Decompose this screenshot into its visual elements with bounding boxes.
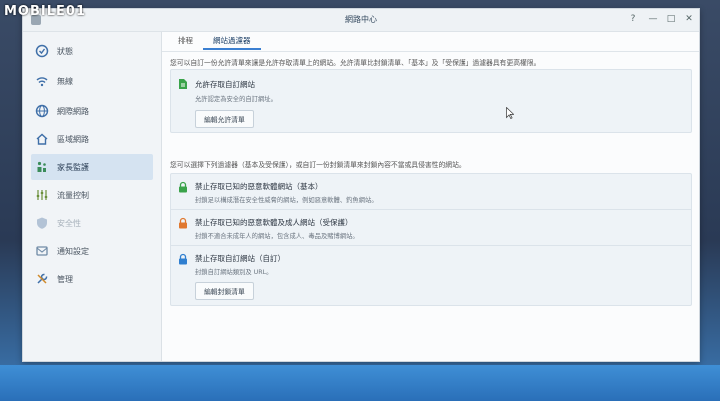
tab-divider	[162, 51, 699, 52]
sidebar-item-label: 狀態	[57, 46, 73, 56]
sidebar-item-wireless[interactable]: 無線	[31, 68, 153, 94]
title-bar: 網路中心 ? — □ ✕	[23, 9, 699, 32]
sidebar: 狀態 無線 網際網路 區域網路 家長監護 流量控制 安全性 通知設定 管理	[23, 32, 162, 361]
maximize-button[interactable]: □	[665, 13, 677, 25]
sidebar-item-label: 家長監護	[57, 162, 89, 172]
edit-block-list-button[interactable]: 編輯封鎖清單	[195, 282, 254, 300]
sliders-icon	[35, 188, 49, 202]
lock-icon	[179, 181, 187, 193]
home-icon	[35, 132, 49, 146]
tab-schedule[interactable]: 排程	[168, 32, 203, 50]
sidebar-item-label: 通知設定	[57, 246, 89, 256]
tools-icon	[35, 272, 49, 286]
allow-description: 您可以自訂一份允許清單來讓是允許存取清單上的網站。允許清單比封鎖清單、「基本」及…	[170, 59, 541, 67]
status-icon	[35, 44, 49, 58]
block-entry-subtitle: 封鎖不適合未成年人的網站，包含成人、毒品及賭博網站。	[195, 233, 359, 240]
watermark: MOBILE01	[4, 4, 86, 19]
document-icon	[179, 79, 187, 89]
sidebar-item-label: 無線	[57, 76, 73, 86]
block-entry-subtitle: 封鎖自訂網站類別及 URL。	[195, 269, 273, 276]
window-title: 網路中心	[345, 15, 377, 24]
block-entry-title: 禁止存取自訂網站（自訂）	[195, 254, 285, 263]
sidebar-item-label: 區域網路	[57, 134, 89, 144]
divider	[171, 245, 691, 246]
lock-icon	[179, 217, 187, 229]
network-center-window: 網路中心 ? — □ ✕ 狀態 無線 網際網路 區域網路 家長監護 流量控制 安…	[22, 8, 700, 362]
sidebar-item-label: 管理	[57, 274, 73, 284]
main-content: 排程 網站過濾器 您可以自訂一份允許清單來讓是允許存取清單上的網站。允許清單比封…	[162, 32, 699, 361]
block-description: 您可以選擇下列過濾器（基本及受保護），或自訂一份封鎖清單來封鎖內容不當或具侵害性…	[170, 161, 466, 169]
sidebar-item-status[interactable]: 狀態	[31, 38, 153, 64]
sidebar-item-parental-control[interactable]: 家長監護	[31, 154, 153, 180]
mouse-cursor-icon	[506, 107, 514, 119]
sidebar-item-lan[interactable]: 區域網路	[31, 126, 153, 152]
sidebar-item-internet[interactable]: 網際網路	[31, 98, 153, 124]
sidebar-item-label: 網際網路	[57, 106, 89, 116]
block-entry-subtitle: 封鎖足以構成潛在安全性威脅的網站，例如惡意軟體、釣魚網站。	[195, 197, 378, 204]
block-card: 禁止存取已知的惡意軟體網站（基本） 封鎖足以構成潛在安全性威脅的網站，例如惡意軟…	[170, 173, 692, 306]
sidebar-item-security[interactable]: 安全性	[31, 210, 153, 236]
wifi-icon	[35, 74, 49, 88]
sidebar-item-notification[interactable]: 通知設定	[31, 238, 153, 264]
allow-subtitle: 允許認定為安全的自訂網址。	[195, 96, 277, 103]
help-button[interactable]: ?	[627, 13, 639, 25]
allow-card: 允許存取自訂網站 允許認定為安全的自訂網址。 編輯允許清單	[170, 69, 692, 133]
sidebar-item-label: 安全性	[57, 218, 81, 228]
close-button[interactable]: ✕	[683, 13, 695, 25]
lock-icon	[179, 253, 187, 265]
sidebar-item-label: 流量控制	[57, 190, 89, 200]
minimize-button[interactable]: —	[647, 13, 659, 25]
block-entry-title: 禁止存取已知的惡意軟體網站（基本）	[195, 182, 323, 191]
block-entry-title: 禁止存取已知的惡意軟體及成人網站（受保護）	[195, 218, 353, 227]
allow-title: 允許存取自訂網站	[195, 80, 255, 89]
family-icon	[35, 160, 49, 174]
tab-bar: 排程 網站過濾器	[168, 32, 261, 50]
globe-icon	[35, 104, 49, 118]
divider	[171, 209, 691, 210]
notification-icon	[35, 244, 49, 258]
edit-allow-list-button[interactable]: 編輯允許清單	[195, 110, 254, 128]
tab-web-filter[interactable]: 網站過濾器	[203, 32, 261, 50]
sidebar-item-traffic-control[interactable]: 流量控制	[31, 182, 153, 208]
sidebar-item-management[interactable]: 管理	[31, 266, 153, 292]
taskbar	[0, 365, 720, 401]
shield-icon	[35, 216, 49, 230]
